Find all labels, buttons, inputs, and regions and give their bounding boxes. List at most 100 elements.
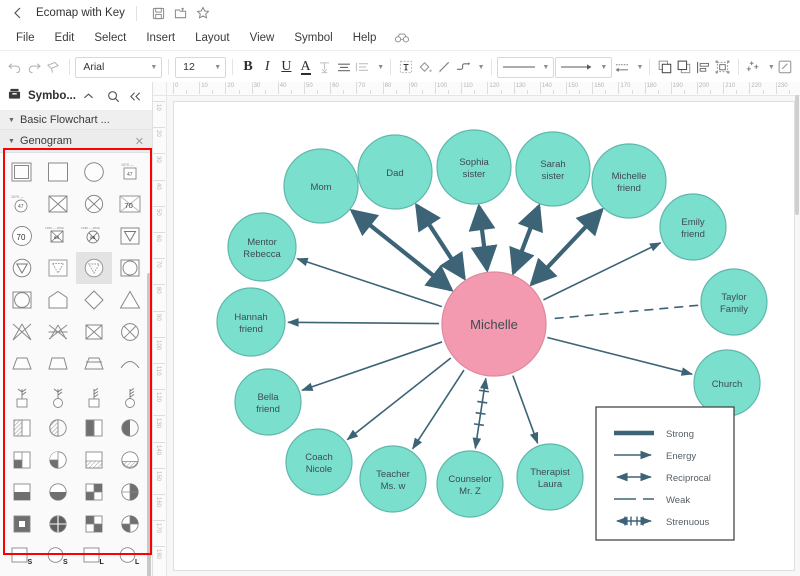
node-emily[interactable]: Emilyfriend	[659, 193, 727, 261]
symbol-male-deceased-dated[interactable]: 70	[112, 188, 148, 220]
symbol-trapezoid-b[interactable]	[40, 348, 76, 380]
chevron-down-icon[interactable]: ▼	[636, 64, 643, 71]
export-icon[interactable]	[170, 2, 192, 24]
link-bella[interactable]	[301, 341, 443, 392]
node-bella[interactable]: Bellafriend	[234, 368, 302, 436]
symbol-female-pregnancy[interactable]	[4, 252, 40, 284]
menu-select[interactable]: Select	[84, 29, 136, 47]
symbol-male-in-circle[interactable]	[112, 252, 148, 284]
symbol-female-half-hatch[interactable]	[40, 412, 76, 444]
symbol-male-half-hatch[interactable]	[4, 412, 40, 444]
node-coach[interactable]: CoachNicole	[285, 428, 353, 496]
undo-icon[interactable]	[6, 56, 24, 78]
symbol-male-quad-alt[interactable]	[76, 508, 112, 540]
group-icon[interactable]	[714, 56, 732, 78]
symbol-male-square[interactable]	[40, 156, 76, 188]
font-size-select[interactable]: 12 ▼	[175, 56, 227, 78]
link-hannah[interactable]	[287, 318, 440, 327]
double-chevron-left-icon[interactable]	[127, 87, 144, 105]
symbol-male-outline-o[interactable]: o	[4, 572, 40, 576]
symbol-male-deceased[interactable]	[40, 188, 76, 220]
symbol-female-circle[interactable]	[76, 156, 112, 188]
vertical-ruler[interactable]: 10 20 30 40 50 60 70 80 90 100 110 120 130 140 150 160 1…	[153, 95, 167, 576]
symbol-female-large-l[interactable]: L	[112, 540, 148, 572]
send-to-back-icon[interactable]	[675, 56, 693, 78]
node-sophia[interactable]: Sophiasister	[436, 129, 512, 205]
node-taylor[interactable]: TaylorFamily	[700, 268, 768, 336]
align-objects-icon[interactable]	[695, 56, 713, 78]
node-counselor[interactable]: CounselorMr. Z	[436, 450, 504, 518]
align-icon[interactable]	[335, 56, 353, 78]
symbol-female-quarter-fill[interactable]	[40, 444, 76, 476]
text-box-icon[interactable]	[397, 56, 415, 78]
arrow-direction-icon[interactable]	[613, 56, 631, 78]
canvas-area[interactable]: 0 10 20 30 40 50 60 70 80 90 100 110 120 130 140 150 160…	[153, 82, 800, 576]
symbol-female-half-fill[interactable]	[112, 412, 148, 444]
node-dad[interactable]: Dad	[357, 134, 433, 210]
node-hannah[interactable]: Hannahfriend	[216, 287, 286, 357]
link-sophia[interactable]	[468, 203, 498, 273]
underline-button[interactable]: U	[277, 56, 295, 78]
symbol-male-bottom-fill[interactable]	[4, 476, 40, 508]
symbol-male-band-hatch[interactable]	[76, 444, 112, 476]
symbol-trapezoid-c[interactable]	[76, 348, 112, 380]
link-sarah[interactable]	[509, 203, 543, 276]
chevron-down-icon[interactable]: ▼	[768, 64, 775, 71]
redo-icon[interactable]	[25, 56, 43, 78]
symbol-female-dot[interactable]	[112, 572, 148, 576]
node-mom[interactable]: Mom	[283, 148, 359, 224]
line-style-picker[interactable]: ▼	[497, 56, 555, 78]
more-options-icon[interactable]	[776, 56, 794, 78]
font-color-button[interactable]: A	[297, 56, 315, 78]
symbol-male-quarter-fill[interactable]	[4, 444, 40, 476]
symbol-male-small-s[interactable]: S	[4, 540, 40, 572]
node-mentor[interactable]: MentorRebecca	[227, 212, 297, 282]
line-spacing-icon[interactable]	[354, 56, 372, 78]
symbol-male-cross-box[interactable]	[76, 316, 112, 348]
section-genogram[interactable]: ▼ Genogram ✕	[0, 130, 152, 153]
symbol-female-quad-alt[interactable]	[112, 508, 148, 540]
text-style-icon[interactable]	[316, 56, 334, 78]
binoculars-icon[interactable]	[386, 30, 418, 46]
node-sarah[interactable]: Sarahsister	[515, 131, 591, 207]
symbol-pentagon-pet[interactable]	[40, 284, 76, 316]
symbol-panel-scrollbar[interactable]	[147, 273, 151, 576]
favorite-star-icon[interactable]	[192, 2, 214, 24]
symbol-male-pregnancy[interactable]	[112, 220, 148, 252]
symbol-diamond-unknown[interactable]	[76, 284, 112, 316]
bring-to-front-icon[interactable]	[656, 56, 674, 78]
format-painter-icon[interactable]	[44, 56, 62, 78]
symbol-female-bottom-fill[interactable]	[40, 476, 76, 508]
symbol-male-dates-range[interactable]: 1930 — 2009 68	[40, 220, 76, 252]
menu-symbol[interactable]: Symbol	[284, 29, 342, 47]
menu-help[interactable]: Help	[343, 29, 387, 47]
menu-file[interactable]: File	[6, 29, 45, 47]
symbol-female-quad-fill[interactable]	[40, 508, 76, 540]
link-coach[interactable]	[346, 357, 452, 441]
link-michelle-friend[interactable]	[529, 207, 604, 287]
symbol-trapezoid-a[interactable]	[4, 348, 40, 380]
link-taylor[interactable]	[548, 304, 699, 320]
symbol-female-deceased[interactable]	[76, 188, 112, 220]
symbol-arc-shape[interactable]	[112, 348, 148, 380]
symbol-male-pregnancy-outline[interactable]	[40, 252, 76, 284]
symbol-grid-scroll[interactable]: 1970 — 47 1970 — 47 70 70 1930 — 2009 68 19…	[0, 153, 152, 576]
diagram-page[interactable]: Mom Dad Sophia sister Sarah sister Michelle fri…	[173, 101, 795, 571]
symbol-male-half-fill[interactable]	[76, 412, 112, 444]
pen-line-icon[interactable]	[435, 56, 453, 78]
italic-button[interactable]: I	[258, 56, 276, 78]
symbol-male-quad-fill[interactable]	[4, 508, 40, 540]
symbol-female-deceased-dated[interactable]: 70	[4, 220, 40, 252]
horizontal-ruler[interactable]: 0 10 20 30 40 50 60 70 80 90 100 110 120 130 140 150 160…	[153, 82, 800, 96]
font-family-select[interactable]: Arial ▼	[75, 56, 163, 78]
symbol-male-dot[interactable]	[76, 572, 112, 576]
chevron-down-icon[interactable]: ▼	[478, 64, 485, 71]
symbol-male-large-l[interactable]: L	[76, 540, 112, 572]
symbol-male-twin-stem[interactable]	[4, 380, 40, 412]
node-therapist[interactable]: TherapistLaura	[516, 443, 584, 511]
window-scrollbar[interactable]	[794, 95, 800, 570]
node-center-michelle[interactable]: Michelle	[441, 271, 547, 377]
symbol-female-dated-circle[interactable]: 1970 — 47	[4, 188, 40, 220]
symbol-male-dated-square[interactable]: 1970 — 47	[112, 156, 148, 188]
symbol-female-band-hatch[interactable]	[112, 444, 148, 476]
